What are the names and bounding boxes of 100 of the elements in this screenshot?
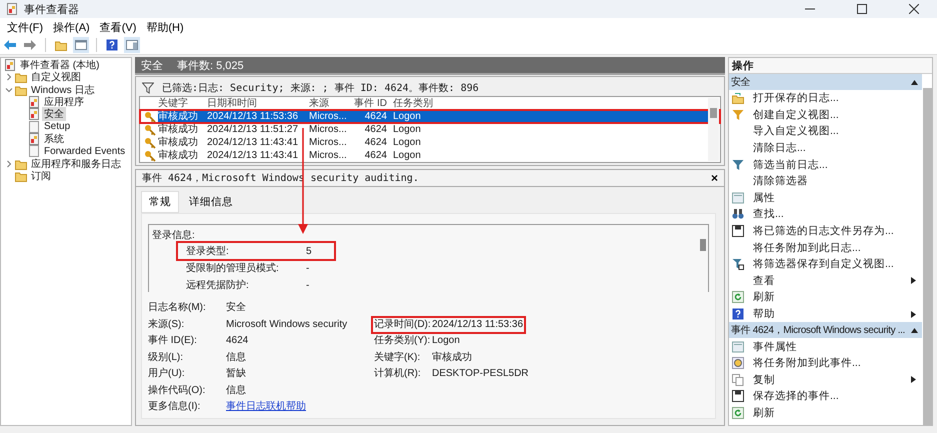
tree-item[interactable]: Setup — [42, 121, 72, 132]
section-title: 安全 — [731, 76, 752, 89]
table-cell-text: 4624 — [364, 136, 388, 149]
section-title: 事件 4624，Microsoft Windows security ... — [731, 324, 906, 338]
tree-item[interactable]: 系统 — [42, 132, 66, 146]
close-icon[interactable] — [909, 4, 919, 14]
table-cell-text: 审核成功 — [158, 136, 199, 149]
action-item[interactable]: 将任务附加到此日志... — [753, 240, 922, 255]
field-label: 远程凭据防护: — [186, 278, 250, 292]
folder-icon — [15, 84, 27, 96]
column-header[interactable]: 来源 — [309, 97, 353, 110]
tree-item[interactable]: Windows 日志 — [29, 82, 96, 97]
field-value: - — [306, 262, 310, 274]
field-label: 级别(L): — [148, 352, 184, 364]
action-item[interactable]: 帮助 — [753, 307, 902, 322]
page-icon — [28, 120, 40, 133]
column-header[interactable]: 关键字 — [158, 97, 207, 110]
help-icon — [732, 308, 744, 320]
action-item[interactable]: 清除日志... — [753, 141, 922, 156]
action-item[interactable]: 清除筛选器 — [753, 174, 922, 188]
event-row[interactable]: 审核成功 2024/12/13 11:53:36 Micros... 4624 Logon — [140, 110, 720, 123]
column-header[interactable]: 任务类别 — [393, 97, 720, 110]
event-row[interactable]: 审核成功 2024/12/13 11:51:27 Micros... 4624 Logon — [140, 123, 720, 136]
menu-item[interactable]: 帮助(H) — [141, 20, 189, 34]
table-cell-text: Micros... — [309, 136, 348, 149]
show-hide-action-pane-button[interactable] — [124, 37, 140, 53]
table-cell-text: Micros... — [309, 123, 348, 136]
section-heading: 登录信息: — [152, 228, 196, 242]
action-item[interactable]: 将任务附加到此事件... — [753, 356, 922, 370]
field-label: 受限制的管理员模式: — [186, 262, 280, 275]
table-cell-text: 审核成功 — [158, 123, 199, 136]
event-row[interactable]: 审核成功 2024/12/13 11:43:41 Micros... 4624 Logon — [140, 136, 720, 149]
properties-icon — [732, 340, 744, 353]
section-header[interactable]: 事件 4624，Microsoft Windows security ... — [729, 322, 922, 338]
field-label: 计算机(R): — [374, 368, 422, 380]
action-item[interactable]: 保存选择的事件... — [753, 389, 922, 404]
action-item[interactable]: 打开保存的日志... — [753, 91, 922, 106]
collapse-icon[interactable] — [911, 80, 918, 84]
expand-chevron[interactable] — [5, 73, 13, 82]
event-row[interactable]: 审核成功 2024/12/13 11:43:41 Micros... 4624 Logon — [140, 149, 720, 162]
refresh-icon — [732, 291, 744, 304]
action-item[interactable]: 查找... — [753, 207, 922, 222]
action-item[interactable]: 导入自定义视图... — [753, 124, 922, 138]
log-title: 安全 — [141, 58, 163, 72]
tree-item[interactable]: 安全 — [42, 107, 66, 122]
help-link[interactable]: 事件日志联机帮助 — [226, 401, 306, 414]
tree-item[interactable]: 自定义视图 — [29, 70, 83, 84]
actions-title: 操作 — [729, 58, 932, 74]
action-item[interactable]: 属性 — [753, 190, 922, 205]
field-value: 信息 — [226, 352, 246, 364]
menu-item[interactable]: 操作(A) — [48, 20, 95, 34]
tree-item[interactable]: Forwarded Events — [42, 146, 128, 157]
section-header[interactable]: 安全 — [729, 74, 922, 90]
field-value: 信息 — [226, 384, 246, 397]
field-value: 2024/12/13 11:53:36 — [432, 318, 524, 331]
field-value: 审核成功 — [432, 352, 472, 364]
expand-chevron[interactable] — [5, 160, 13, 168]
tree-item[interactable]: 应用程序 — [42, 95, 86, 110]
copy-icon — [732, 374, 744, 386]
column-header[interactable]: 日期和时间 — [207, 97, 309, 110]
action-item[interactable]: 将筛选器保存到自定义视图... — [753, 257, 922, 272]
action-item[interactable]: 将已筛选的日志文件另存为... — [753, 224, 922, 238]
field-label: 更多信息(I): — [148, 401, 202, 414]
collapse-chevron[interactable] — [5, 86, 13, 94]
field-value: - — [306, 280, 310, 290]
help-button[interactable] — [104, 37, 120, 53]
action-item[interactable]: 复制 — [753, 372, 902, 387]
log-icon — [28, 108, 40, 120]
close-button[interactable]: × — [710, 171, 718, 185]
scrollbar[interactable] — [923, 88, 932, 424]
forward-button[interactable] — [22, 37, 38, 53]
action-item[interactable]: 刷新 — [753, 290, 922, 304]
collapse-icon[interactable] — [911, 328, 918, 333]
properties-icon — [732, 192, 744, 204]
show-hide-tree-button[interactable] — [73, 37, 89, 53]
menu-item[interactable]: 文件(F) — [2, 20, 48, 34]
menu-item[interactable]: 查看(V) — [94, 20, 142, 34]
folder-icon — [15, 158, 27, 170]
task-icon — [732, 357, 744, 370]
field-label: 来源(S): — [148, 318, 186, 331]
action-item[interactable]: 事件属性 — [753, 340, 922, 354]
maximize-icon[interactable] — [857, 4, 867, 14]
table-cell-text: 2024/12/13 11:51:27 — [207, 123, 300, 136]
tree-item[interactable]: 事件查看器 (本地) — [18, 58, 102, 72]
scrollbar-thumb[interactable] — [700, 239, 706, 251]
window-title: 事件查看器 — [24, 2, 80, 16]
tab[interactable]: 常规 — [141, 191, 179, 213]
action-item[interactable]: 筛选当前日志... — [753, 158, 922, 172]
column-header[interactable]: 事件 ID — [353, 97, 393, 110]
action-item[interactable]: 刷新 — [753, 406, 922, 420]
action-item[interactable]: 查看 — [753, 274, 902, 288]
tree-item[interactable]: 应用程序和服务日志 — [29, 156, 123, 171]
tree-item[interactable]: 订阅 — [29, 168, 53, 183]
table-cell: Micros... — [309, 110, 353, 123]
key-icon — [144, 136, 156, 148]
tab[interactable]: 详细信息 — [181, 191, 241, 213]
table-cell: 审核成功 — [158, 110, 207, 123]
action-item[interactable]: 创建自定义视图... — [753, 108, 922, 122]
scrollbar[interactable] — [708, 98, 719, 161]
field-label: 日志名称(M): — [148, 302, 207, 314]
